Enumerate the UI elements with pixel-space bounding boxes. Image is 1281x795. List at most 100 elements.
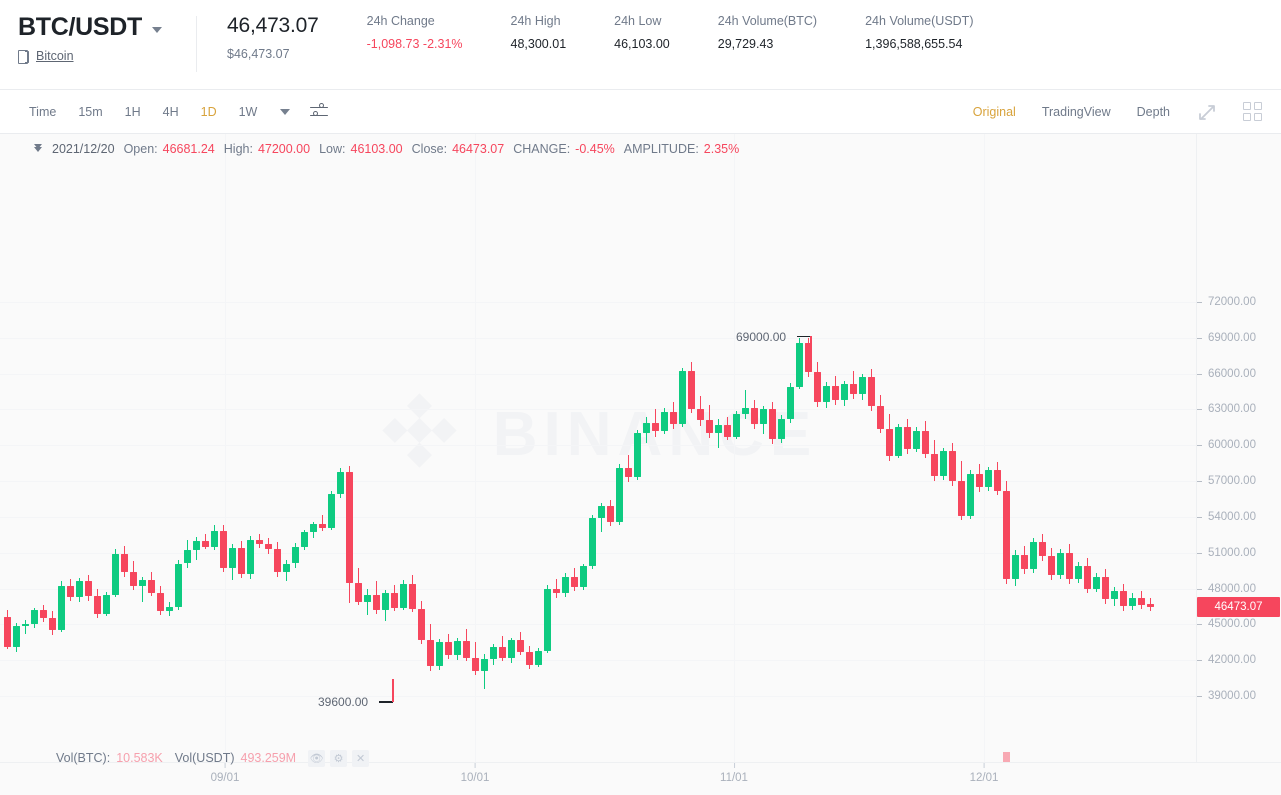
stat-value: -1,098.73 -2.31% — [366, 37, 463, 51]
candle-body — [121, 553, 128, 572]
gridline — [734, 134, 735, 795]
candle-body — [670, 411, 677, 424]
volume-controls: 👁 ⚙ ✕ — [308, 749, 370, 767]
candle-body — [733, 414, 740, 437]
candle-body — [265, 544, 272, 550]
candle-body — [697, 409, 704, 421]
candle-body — [436, 642, 443, 667]
price-axis[interactable]: 72000.00 69000.00 66000.00 63000.00 60000.00… — [1196, 134, 1281, 795]
eye-icon[interactable]: 👁 — [308, 749, 326, 767]
candle-body — [1030, 542, 1037, 570]
candle-body — [4, 617, 11, 648]
candle-body — [922, 430, 929, 454]
candle-body — [508, 639, 515, 658]
expand-arrows-icon[interactable] — [1197, 102, 1217, 122]
candle-body — [400, 583, 407, 608]
candle-body — [1039, 542, 1046, 557]
price-axis-tick: 57000.00 — [1196, 475, 1281, 487]
ohlc-change-value: -0.45% — [575, 142, 615, 156]
chart-area[interactable]: BINANCE 69000.00 39600.00 72000.00 69000.0… — [0, 134, 1281, 795]
sliders-icon[interactable] — [310, 103, 329, 119]
last-price-block: 46,473.07 $46,473.07 — [197, 14, 319, 61]
candle-body — [49, 618, 56, 631]
candle-body — [373, 594, 380, 611]
chevron-down-icon[interactable] — [280, 108, 291, 115]
stat-24h-high: 24h High 48,300.01 — [463, 14, 567, 51]
tab-tradingview[interactable]: TradingView — [1029, 90, 1124, 134]
interval-4h[interactable]: 4H — [152, 90, 190, 134]
price-axis-tick: 54000.00 — [1196, 511, 1281, 523]
last-price: 46,473.07 — [227, 14, 319, 37]
price-axis-tick: 42000.00 — [1196, 654, 1281, 666]
stat-label: 24h Volume(BTC) — [717, 14, 818, 28]
chevron-down-icon[interactable] — [151, 26, 162, 33]
candlestick-plot[interactable]: 69000.00 39600.00 — [0, 134, 1196, 795]
gridline — [0, 481, 1196, 483]
candle-body — [67, 586, 74, 597]
candle-body — [814, 372, 821, 403]
candle-body — [1012, 555, 1019, 579]
close-icon[interactable]: ✕ — [352, 749, 370, 767]
candle-body — [166, 606, 173, 612]
ohlc-open-value: 46681.24 — [162, 142, 215, 156]
gridline — [0, 660, 1196, 662]
stat-value: 29,729.43 — [717, 37, 774, 51]
candle-body — [517, 639, 524, 652]
candle-body — [40, 610, 47, 619]
ohlc-close-value: 46473.07 — [452, 142, 505, 156]
candle-body — [481, 659, 488, 671]
candle-body — [211, 531, 218, 547]
candle-body — [976, 473, 983, 488]
candle-body — [1048, 556, 1055, 576]
ohlc-legend: 2021/12/20 Open: 46681.24 High: 47200.00… — [0, 134, 739, 164]
candle-body — [112, 553, 119, 595]
interval-15m[interactable]: 15m — [67, 90, 113, 134]
candle-body — [553, 588, 560, 594]
candle-body — [1066, 552, 1073, 580]
interval-1d[interactable]: 1D — [190, 90, 228, 134]
candle-body — [202, 540, 209, 547]
candle-body — [76, 581, 83, 597]
candle-body — [238, 547, 245, 575]
gear-icon[interactable]: ⚙ — [330, 749, 348, 767]
candle-body — [220, 531, 227, 569]
chart-high-annotation: 69000.00 — [736, 329, 787, 344]
candle-body — [787, 386, 794, 419]
ohlc-low-label: Low: — [319, 142, 346, 156]
asset-row: Bitcoin — [18, 49, 196, 64]
candle-body — [589, 518, 596, 566]
grid-icon[interactable] — [1243, 101, 1263, 122]
candle-body — [931, 453, 938, 477]
candle-body — [1021, 555, 1028, 570]
candle-body — [994, 470, 1001, 491]
interval-group: Time 15m 1H 4H 1D 1W — [18, 90, 329, 134]
candle-body — [256, 539, 263, 545]
candle-body — [463, 641, 470, 658]
candle-wick — [744, 390, 747, 419]
candle-body — [1084, 565, 1091, 589]
candle-body — [832, 385, 839, 400]
candle-body — [1057, 552, 1064, 576]
candle-body — [391, 593, 398, 608]
candle-body — [643, 422, 650, 434]
interval-1w[interactable]: 1W — [228, 90, 269, 134]
candle-body — [409, 583, 416, 609]
candle-body — [724, 424, 731, 437]
candle-body — [715, 424, 722, 434]
candle-wick — [24, 619, 27, 634]
gridline — [475, 134, 476, 795]
tab-original[interactable]: Original — [960, 90, 1029, 134]
tab-depth[interactable]: Depth — [1124, 90, 1183, 134]
candle-body — [1102, 576, 1109, 600]
gridline — [0, 409, 1196, 411]
price-axis-tick: 45000.00 — [1196, 618, 1281, 630]
candle-body — [625, 467, 632, 478]
interval-1h[interactable]: 1H — [114, 90, 152, 134]
candle-body — [274, 549, 281, 572]
volume-btc-label: Vol(BTC): — [56, 751, 111, 765]
candle-body — [562, 576, 569, 594]
candle-body — [1147, 604, 1154, 607]
candle-body — [1003, 490, 1010, 579]
stat-value: 1,396,588,655.54 — [865, 37, 963, 51]
asset-link[interactable]: Bitcoin — [36, 49, 74, 63]
